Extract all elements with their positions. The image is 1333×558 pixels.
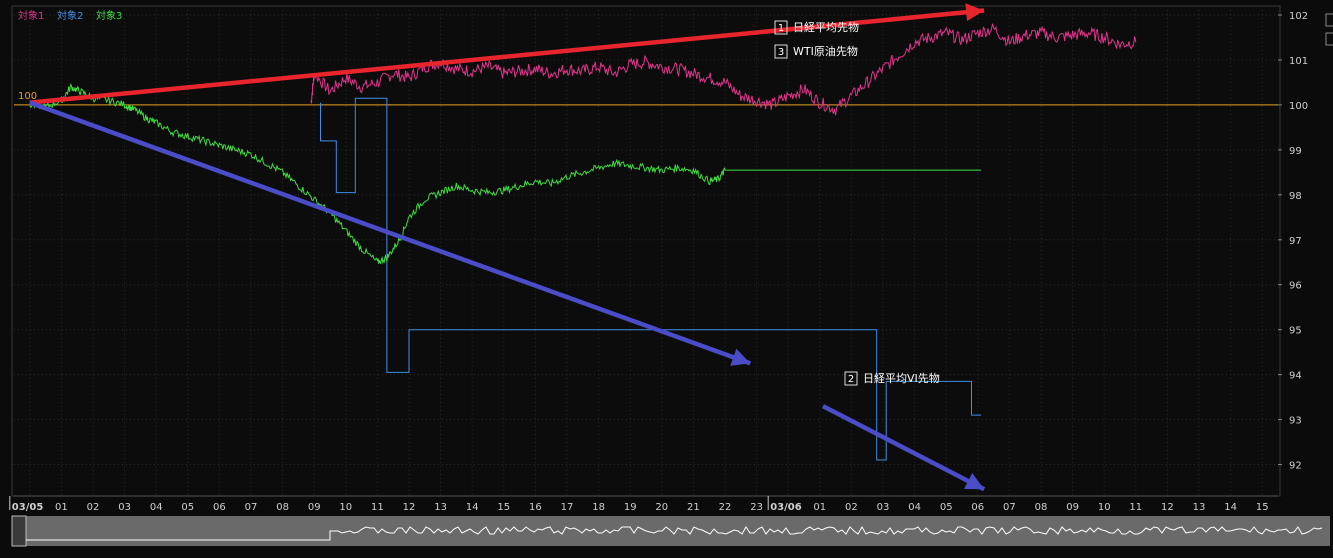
x-tick-label: 12 (1161, 502, 1174, 513)
x-tick-label: 16 (529, 502, 542, 513)
legend-item: 対象1 (18, 9, 44, 22)
x-tick-label: 01 (813, 502, 826, 513)
y-tick-label: 93 (1289, 416, 1302, 427)
x-tick-label: 08 (276, 502, 289, 513)
y-tick-label: 102 (1289, 11, 1308, 22)
x-tick-label: 13 (434, 502, 447, 513)
chart-svg: 100 1 日経平均先物 2 日経平均VI先物 3 WTI原油先物 対象1 対象2 対象3 9… (9, 3, 1333, 547)
x-tick-label: 15 (497, 502, 510, 513)
x-tick-label: 19 (624, 502, 637, 513)
x-tick-label: 03 (118, 502, 131, 513)
x-tick-label: 09 (308, 502, 321, 513)
series-badge-number: 1 (778, 23, 784, 34)
x-tick-label: 03/06 (770, 502, 802, 513)
x-tick-label: 12 (403, 502, 416, 513)
x-tick-label: 04 (150, 502, 163, 513)
x-tick-label: 13 (1193, 502, 1206, 513)
x-tick-label: 04 (908, 502, 921, 513)
y-tick-label: 99 (1289, 146, 1302, 157)
y-tick-label: 100 (1289, 101, 1308, 112)
x-tick-label: 08 (1035, 502, 1048, 513)
x-tick-label: 03/05 (12, 502, 44, 513)
navigator[interactable] (11, 515, 1330, 547)
x-tick-label: 05 (181, 502, 194, 513)
y-tick-label: 92 (1289, 461, 1302, 472)
y-tick-label: 98 (1289, 191, 1302, 202)
x-axis: 03/05 01 02 03 04 05 06 07 08 09 10 11 12 13 14 15 16 17 1… (9, 495, 1278, 513)
x-tick-label: 01 (55, 502, 68, 513)
x-tick-label: 07 (245, 502, 258, 513)
y-tick-label: 96 (1289, 281, 1302, 292)
x-tick-label: 06 (213, 502, 226, 513)
toolbar-button (1325, 32, 1333, 46)
x-tick-label: 06 (971, 502, 984, 513)
x-tick-label: 11 (1129, 502, 1142, 513)
x-tick-label: 23 (750, 502, 763, 513)
x-tick-label: 02 (845, 502, 858, 513)
series-label: 日経平均先物 (793, 20, 859, 34)
x-tick-label: 10 (1098, 502, 1111, 513)
y-tick-label: 95 (1289, 326, 1302, 337)
series-label: 日経平均VI先物 (863, 371, 940, 385)
x-tick-label: 07 (1003, 502, 1016, 513)
y-tick-label: 97 (1289, 236, 1302, 247)
right-toolbar (1325, 13, 1333, 46)
plot-area (11, 5, 1281, 497)
x-tick-label: 22 (719, 502, 732, 513)
x-tick-label: 15 (1256, 502, 1269, 513)
chart-window: 100 1 日経平均先物 2 日経平均VI先物 3 WTI原油先物 対象1 対象2 対象3 9… (0, 0, 1333, 558)
x-tick-label: 10 (339, 502, 352, 513)
x-tick-label: 14 (1224, 502, 1237, 513)
series-badge-number: 3 (778, 47, 784, 58)
series-label: WTI原油先物 (793, 44, 858, 58)
x-tick-label: 09 (1066, 502, 1079, 513)
toolbar-button (1325, 13, 1333, 27)
x-tick-label: 20 (655, 502, 668, 513)
series-badge-number: 2 (848, 374, 854, 385)
legend-item: 対象3 (96, 9, 122, 22)
legend: 対象1 対象2 対象3 (18, 9, 122, 22)
x-tick-label: 02 (87, 502, 100, 513)
x-tick-label: 21 (687, 502, 700, 513)
x-tick-label: 17 (561, 502, 574, 513)
x-tick-label: 03 (877, 502, 890, 513)
y-tick-label: 94 (1289, 371, 1302, 382)
x-tick-label: 11 (371, 502, 384, 513)
legend-item: 対象2 (57, 9, 83, 22)
navigator-handle (11, 515, 27, 547)
x-tick-label: 14 (466, 502, 479, 513)
y-tick-label: 101 (1289, 56, 1308, 67)
y-axis: 92 93 94 95 96 97 98 99 100 101 102 (1278, 11, 1308, 472)
x-tick-label: 05 (940, 502, 953, 513)
x-tick-label: 18 (592, 502, 605, 513)
